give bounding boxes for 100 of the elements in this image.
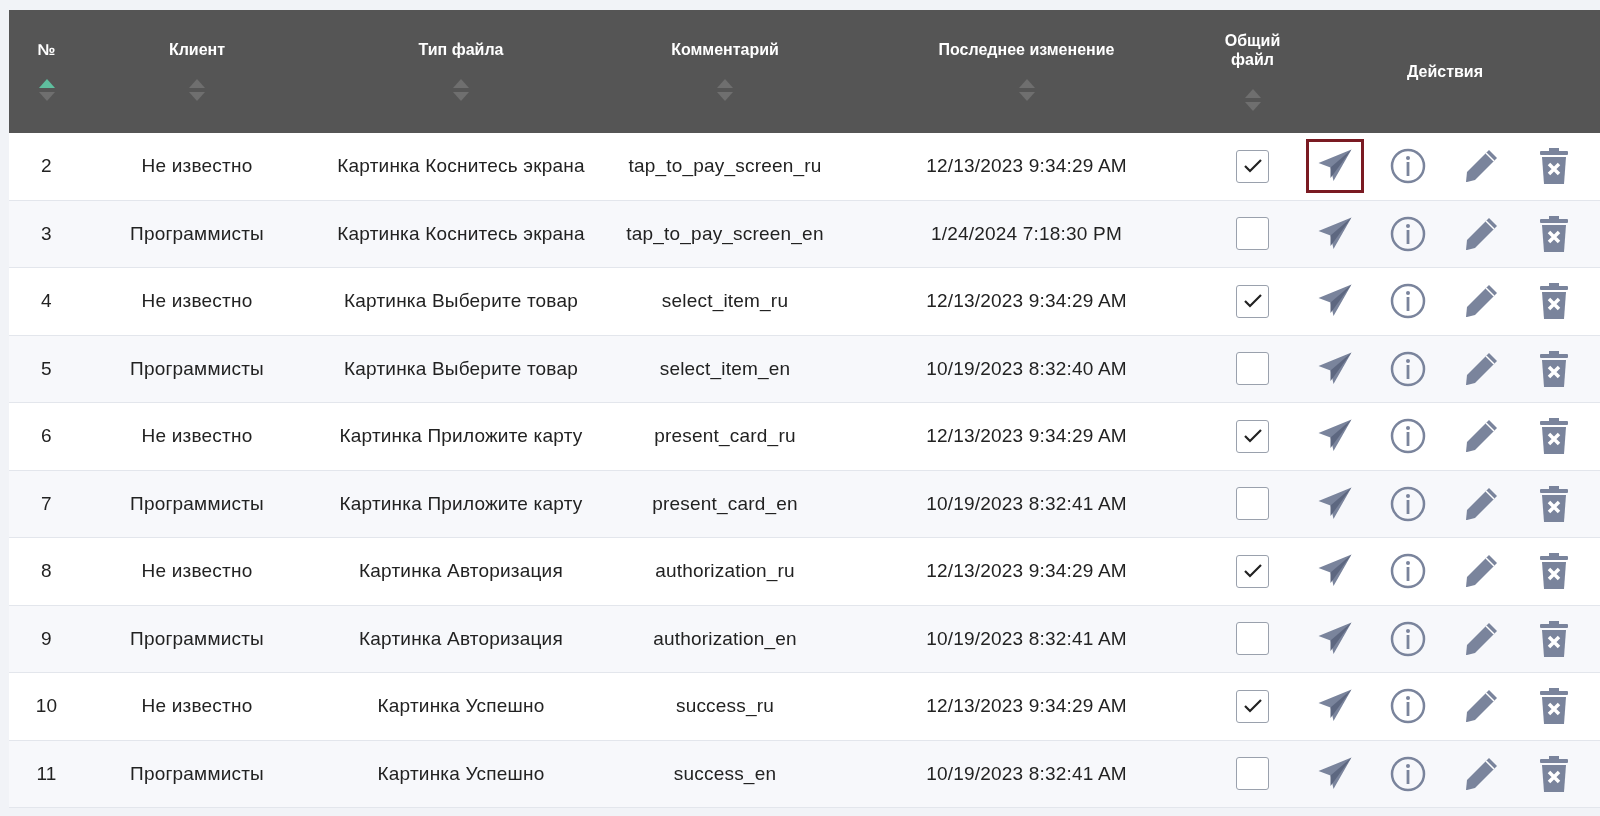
info-icon xyxy=(1389,688,1426,725)
trash-icon xyxy=(1539,148,1568,185)
table-cell-text: Картинка Успешно xyxy=(376,694,546,719)
table-cell-text: Программисты xyxy=(129,761,265,786)
table-cell-text: Программисты xyxy=(129,221,265,246)
table-cell-text: success_ru xyxy=(674,694,776,719)
table-cell-text: 5 xyxy=(40,356,53,381)
table-cell-text: select_item_ru xyxy=(660,289,790,314)
column-header: Последнее изменение xyxy=(938,40,1115,59)
column-header: № xyxy=(37,40,56,59)
check-icon xyxy=(1242,293,1263,310)
table-cell-text: authorization_en xyxy=(652,626,798,652)
table-cell-text: success_en xyxy=(672,761,778,787)
table-cell-text: Не известно xyxy=(140,559,254,584)
table-cell-text: 10 xyxy=(34,694,59,719)
table-cell-text: 12/13/2023 9:34:29 AM xyxy=(925,154,1128,179)
table-cell-text: Программисты xyxy=(129,626,265,651)
table-cell-text: select_item_en xyxy=(658,356,792,382)
table-cell-text: 6 xyxy=(40,424,53,449)
trash-icon xyxy=(1539,755,1568,792)
info-icon xyxy=(1389,485,1426,522)
table-cell-text: Программисты xyxy=(129,491,265,516)
table-cell-text: Картинка Выберите товар xyxy=(343,356,579,381)
checkbox[interactable] xyxy=(1236,284,1269,318)
table-cell-text: 3 xyxy=(40,221,53,246)
table-cell-text: Картинка Авторизация xyxy=(358,626,564,651)
column-header: Общий файл xyxy=(1223,30,1282,69)
table-cell-text: 12/13/2023 9:34:29 AM xyxy=(925,559,1128,584)
info-icon xyxy=(1389,553,1426,590)
checkbox[interactable] xyxy=(1236,689,1269,723)
trash-icon xyxy=(1539,215,1568,252)
checkbox[interactable] xyxy=(1236,757,1269,791)
table-cell-text: present_card_ru xyxy=(653,424,797,449)
table-cell-text: 10/19/2023 8:32:41 AM xyxy=(925,626,1128,651)
info-icon xyxy=(1389,620,1426,657)
trash-icon xyxy=(1539,553,1568,590)
table-cell-text: Картинка Успешно xyxy=(376,761,546,786)
table-cell-text: 12/13/2023 9:34:29 AM xyxy=(925,424,1128,449)
table-cell-text: Картинка Приложите карту xyxy=(338,491,584,516)
table-row[interactable]: 9 Программисты Картинка Авторизация authorization_en 10/19/2023 8:32:41 AM xyxy=(9,605,1600,673)
table-cell-text: Картинка Авторизация xyxy=(358,559,564,584)
table-cell-text: tap_to_pay_screen_en xyxy=(625,221,825,247)
table-cell-text: Программисты xyxy=(129,356,265,381)
table-cell-text: 9 xyxy=(40,626,53,651)
table-cell-text: Картинка Коснитесь экрана xyxy=(336,221,586,246)
table-cell-text: 7 xyxy=(40,491,53,516)
trash-icon xyxy=(1539,620,1568,657)
trash-icon xyxy=(1539,350,1568,387)
column-header: Действия xyxy=(1406,62,1484,81)
table-cell-text: 10/19/2023 8:32:41 AM xyxy=(925,761,1128,786)
table-cell-text: Не известно xyxy=(140,694,254,719)
table-cell-text: authorization_ru xyxy=(654,559,796,584)
table-cell-text: 12/13/2023 9:34:29 AM xyxy=(925,694,1128,719)
table-row[interactable]: 8 Не известно Картинка Авторизация authorization_ru 12/13/2023 9:34:29 AM xyxy=(9,538,1600,606)
table-row[interactable]: 5 Программисты Картинка Выберите товар select_item_en 10/19/2023 8:32:40 AM xyxy=(9,335,1600,403)
table-cell-text: Картинка Приложите карту xyxy=(338,424,584,449)
check-icon xyxy=(1242,563,1263,580)
table-row[interactable]: 3 Программисты Картинка Коснитесь экрана tap_to_pay_screen_en 1/24/2024 7:18:30 PM xyxy=(9,200,1600,268)
table-cell-text: 2 xyxy=(40,154,53,179)
column-header: Тип файла xyxy=(418,40,504,59)
checkbox[interactable] xyxy=(1236,487,1269,521)
table-cell-text: 8 xyxy=(40,559,53,584)
checkbox[interactable] xyxy=(1236,622,1269,656)
table-cell-text: 10/19/2023 8:32:41 AM xyxy=(925,491,1128,516)
table-row[interactable]: 2 Не известно Картинка Коснитесь экрана tap_to_pay_screen_ru 12/13/2023 9:34:29 AM xyxy=(9,133,1600,201)
info-icon xyxy=(1389,215,1426,252)
table-row[interactable]: 11 Программисты Картинка Успешно success_en 10/19/2023 8:32:41 AM xyxy=(9,740,1600,808)
table-row[interactable]: 7 Программисты Картинка Приложите карту present_card_en 10/19/2023 8:32:41 AM xyxy=(9,470,1600,538)
table-cell-text: Не известно xyxy=(140,154,254,179)
check-icon xyxy=(1242,158,1263,175)
info-icon xyxy=(1389,350,1426,387)
trash-icon xyxy=(1539,485,1568,522)
checkbox[interactable] xyxy=(1236,352,1269,386)
trash-icon xyxy=(1539,688,1568,725)
send-button[interactable] xyxy=(1305,139,1364,194)
table-cell-text: tap_to_pay_screen_ru xyxy=(627,154,823,179)
column-header: Комментарий xyxy=(671,40,779,59)
table-cell-text: Не известно xyxy=(140,424,254,449)
table-cell-text: 10/19/2023 8:32:40 AM xyxy=(925,356,1128,381)
info-icon xyxy=(1389,283,1426,320)
check-icon xyxy=(1242,428,1263,445)
checkbox[interactable] xyxy=(1236,149,1269,183)
trash-icon xyxy=(1539,283,1568,320)
info-icon xyxy=(1389,418,1426,455)
table-cell-text: present_card_en xyxy=(651,491,799,517)
sort-icon[interactable] xyxy=(37,77,56,103)
table-cell-text: Картинка Выберите товар xyxy=(343,289,579,314)
trash-icon xyxy=(1539,418,1568,455)
table-cell-text: Картинка Коснитесь экрана xyxy=(336,154,586,179)
table-cell-text: 1/24/2024 7:18:30 PM xyxy=(930,221,1123,246)
check-icon xyxy=(1242,698,1263,715)
table-row[interactable]: 10 Не известно Картинка Успешно success_ru 12/13/2023 9:34:29 AM xyxy=(9,673,1600,741)
checkbox[interactable] xyxy=(1236,217,1269,251)
table-row[interactable]: 4 Не известно Картинка Выберите товар select_item_ru 12/13/2023 9:34:29 AM xyxy=(9,268,1600,336)
checkbox[interactable] xyxy=(1236,554,1269,588)
table-cell-text: 12/13/2023 9:34:29 AM xyxy=(925,289,1128,314)
checkbox[interactable] xyxy=(1236,419,1269,453)
info-icon xyxy=(1389,755,1426,792)
info-icon xyxy=(1389,148,1426,185)
table-row[interactable]: 6 Не известно Картинка Приложите карту present_card_ru 12/13/2023 9:34:29 AM xyxy=(9,403,1600,471)
